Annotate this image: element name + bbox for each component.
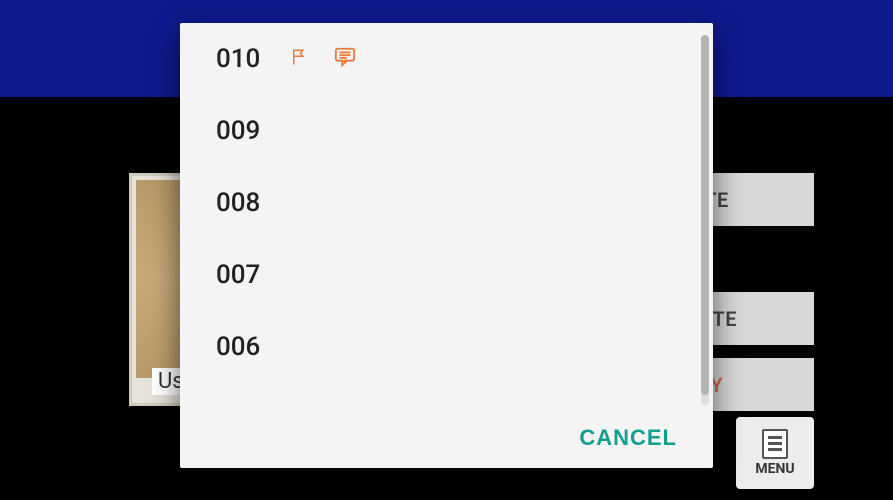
cancel-button[interactable]: CANCEL: [579, 425, 677, 451]
item-label: 006: [216, 332, 266, 362]
menu-button-label: MENU: [755, 461, 794, 477]
dialog-footer: CANCEL: [180, 408, 713, 468]
scrollbar-thumb[interactable]: [701, 35, 709, 395]
item-label: 009: [216, 116, 266, 146]
item-picker-dialog: 010 009 008 007 006 CANCEL: [180, 23, 713, 468]
flag-icon: [290, 45, 308, 73]
comment-icon: [332, 46, 358, 72]
item-label: 008: [216, 188, 266, 218]
list-item[interactable]: 009: [180, 95, 713, 167]
item-label: 007: [216, 260, 266, 290]
list-item[interactable]: 007: [180, 239, 713, 311]
list-item[interactable]: 010: [180, 23, 713, 95]
list-item[interactable]: 006: [180, 311, 713, 383]
menu-button[interactable]: MENU: [736, 417, 814, 489]
item-list[interactable]: 010 009 008 007 006: [180, 23, 713, 408]
list-item[interactable]: 008: [180, 167, 713, 239]
document-stack-icon: [762, 429, 788, 459]
item-label: 010: [216, 44, 266, 74]
